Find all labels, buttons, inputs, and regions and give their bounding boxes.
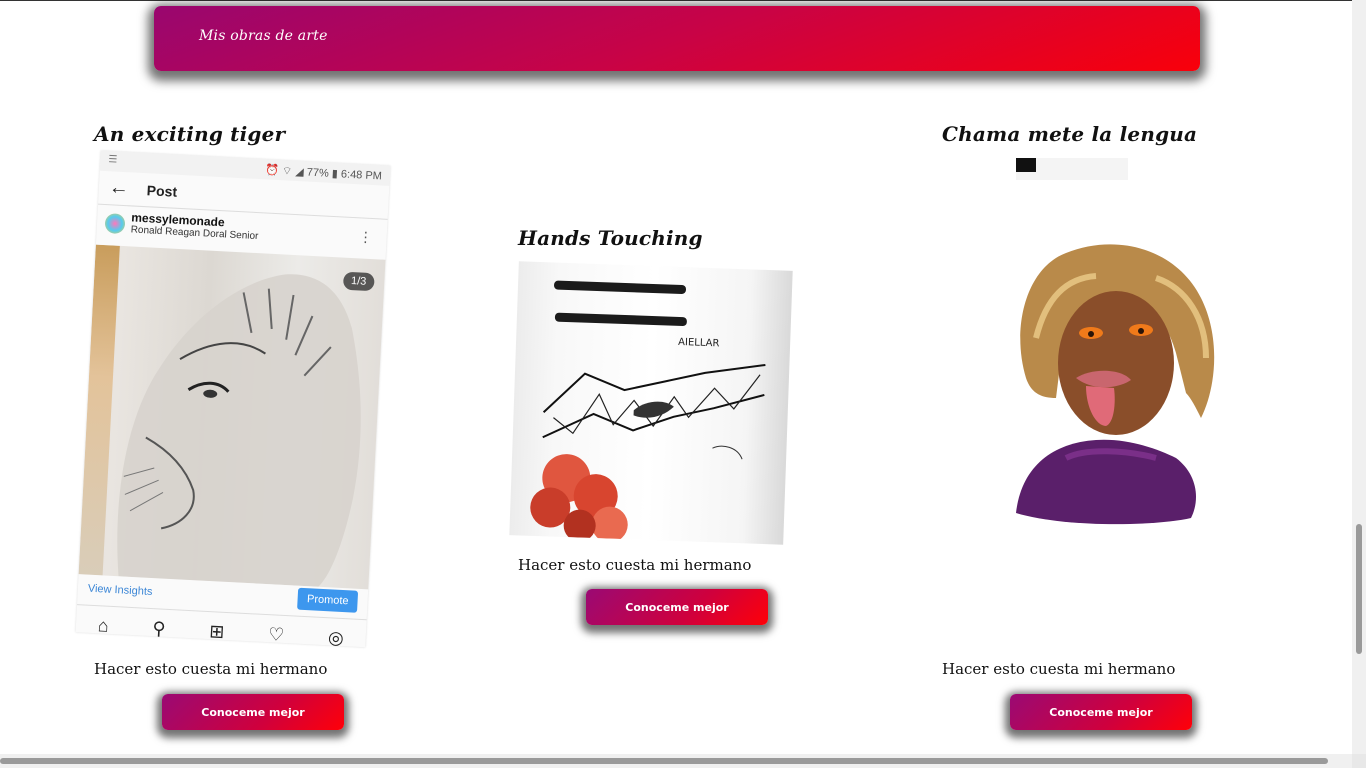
conoceme-button-tiger[interactable]: Conoceme mejor xyxy=(162,694,344,730)
back-arrow-icon: ← xyxy=(108,176,130,200)
photo-counter: 1/3 xyxy=(342,271,375,292)
scrollbar-corner xyxy=(1352,754,1366,768)
card-title-hands: Hands Touching xyxy=(518,226,703,250)
top-border xyxy=(0,0,1352,1)
page-title: Mis obras de arte xyxy=(199,28,328,44)
vertical-scrollbar[interactable] xyxy=(1352,0,1366,768)
hands-drawing xyxy=(530,363,766,543)
heart-icon: ♡ xyxy=(267,624,285,645)
card-caption-hands: Hacer esto cuesta mi hermano xyxy=(518,556,752,574)
avatar xyxy=(104,213,126,235)
artwork-chama-image xyxy=(1006,158,1222,528)
notification-icon: ☰ xyxy=(108,154,118,166)
conoceme-button-hands[interactable]: Conoceme mejor xyxy=(586,589,768,625)
phone-nav-title: Post xyxy=(146,181,178,200)
more-icon: ⋮ xyxy=(358,228,374,246)
horizontal-scrollbar[interactable] xyxy=(0,754,1352,768)
home-icon: ⌂ xyxy=(97,615,110,636)
promote-button: Promote xyxy=(297,587,359,613)
artwork-hands-image: AIELLAR xyxy=(509,261,793,545)
search-icon: ⚲ xyxy=(151,618,167,639)
conoceme-button-chama[interactable]: Conoceme mejor xyxy=(1010,694,1192,730)
card-caption-chama: Hacer esto cuesta mi hermano xyxy=(942,660,1176,678)
view-insights-link: View Insights xyxy=(87,582,153,599)
artwork-tiger-image: ☰ ⏰ ⌔ ◢ 77% ▮ 6:48 PM ← Post messylemona… xyxy=(74,150,391,660)
tiger-drawing: 1/3 xyxy=(78,244,386,590)
tiger-sketch xyxy=(117,274,361,587)
profile-icon: ◎ xyxy=(327,627,345,649)
card-caption-tiger: Hacer esto cuesta mi hermano xyxy=(94,660,328,678)
portrait-drawing xyxy=(1016,158,1215,525)
vertical-scrollbar-thumb[interactable] xyxy=(1356,524,1362,654)
card-title-tiger: An exciting tiger xyxy=(94,122,286,146)
add-icon: ⊞ xyxy=(208,621,225,642)
horizontal-scrollbar-thumb[interactable] xyxy=(0,758,1328,764)
header-banner: Mis obras de arte xyxy=(154,6,1200,71)
card-title-chama: Chama mete la lengua xyxy=(942,122,1198,146)
